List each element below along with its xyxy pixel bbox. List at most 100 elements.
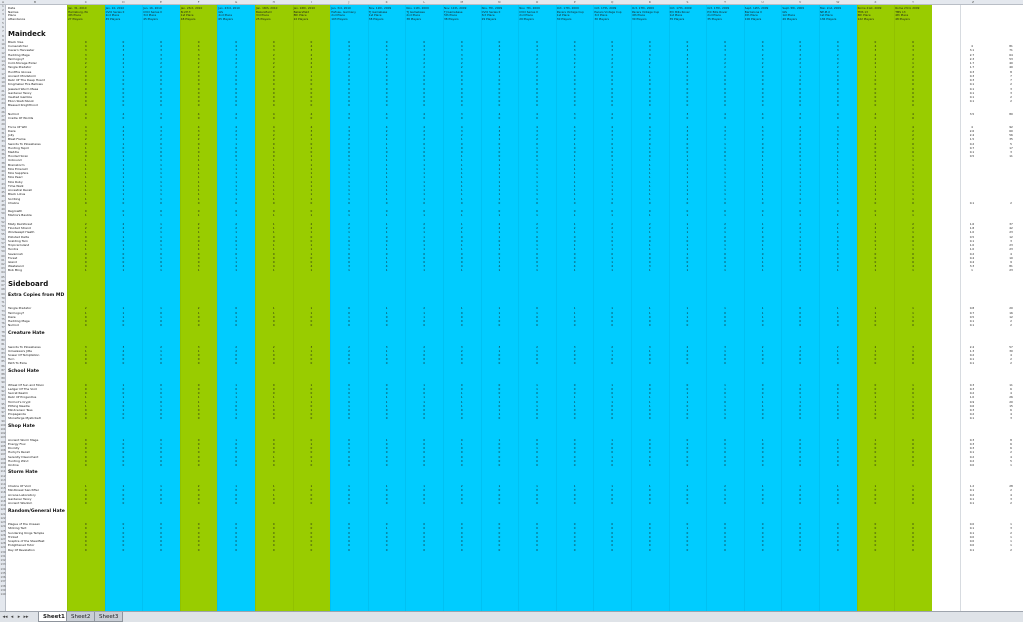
count-cell[interactable]: 1 [443,213,481,217]
section-extra[interactable]: Extra Copies from MD [8,293,64,299]
count-cell[interactable]: 0 [593,463,631,467]
count-cell[interactable]: 0 [894,463,932,467]
card-name[interactable]: Ray Of Revelation [8,548,35,552]
count-cell[interactable]: 1 [706,213,744,217]
section-storm[interactable]: Storm Hate [8,470,38,476]
count-cell[interactable]: 0 [368,463,406,467]
count-cell[interactable]: 0 [368,501,406,505]
count-cell[interactable]: 1 [180,268,218,272]
count-cell[interactable]: 0 [105,416,143,420]
count-cell[interactable]: 0 [330,416,368,420]
card-name[interactable]: Ancient Wisdom [8,501,32,505]
count-cell[interactable]: 0 [368,323,406,327]
count-cell[interactable]: 0 [518,116,556,120]
count-cell[interactable]: 0 [443,548,481,552]
total-cell[interactable]: 11 [1004,154,1018,158]
count-cell[interactable]: 0 [142,323,180,327]
count-cell[interactable]: 0 [142,416,180,420]
count-cell[interactable]: 0 [894,201,932,205]
event-attendance[interactable]: 38 Players [406,17,421,21]
count-cell[interactable]: 0 [405,116,443,120]
count-cell[interactable]: 0 [180,103,218,107]
count-cell[interactable]: 0 [819,463,857,467]
count-cell[interactable]: 1 [481,213,519,217]
count-cell[interactable]: 0 [330,201,368,205]
count-cell[interactable]: 0 [67,548,105,552]
count-cell[interactable]: 0 [706,116,744,120]
count-cell[interactable]: 0 [142,103,180,107]
count-cell[interactable]: 0 [255,501,293,505]
count-cell[interactable]: 0 [217,416,255,420]
count-cell[interactable]: 0 [819,201,857,205]
count-cell[interactable]: 0 [405,501,443,505]
total-cell[interactable]: 2 [1004,501,1018,505]
total-cell[interactable]: 2 [1004,201,1018,205]
count-cell[interactable]: 1 [105,268,143,272]
section-maindeck[interactable]: Maindeck [8,30,46,38]
section-sideboard[interactable]: Sideboard [8,280,48,288]
count-cell[interactable]: 0 [556,416,594,420]
count-cell[interactable]: 0 [67,103,105,107]
count-cell[interactable]: 0 [706,548,744,552]
count-cell[interactable]: 0 [293,501,331,505]
count-cell[interactable]: 0 [857,116,895,120]
count-cell[interactable]: 0 [330,361,368,365]
count-cell[interactable]: 0 [105,361,143,365]
count-cell[interactable]: 0 [330,103,368,107]
total-cell[interactable]: 2 [1004,323,1018,327]
count-cell[interactable]: 0 [518,323,556,327]
count-cell[interactable]: 0 [481,323,519,327]
count-cell[interactable]: 1 [330,268,368,272]
card-name[interactable]: Bob Ming [8,268,22,272]
total-cell[interactable]: 3 [1004,416,1018,420]
event-attendance[interactable]: 38 Players [444,17,459,21]
count-cell[interactable]: 1 [293,268,331,272]
average-cell[interactable]: 0.1 [962,416,982,420]
count-cell[interactable]: 0 [706,323,744,327]
count-cell[interactable]: 1 [819,213,857,217]
count-cell[interactable]: 0 [857,416,895,420]
count-cell[interactable]: 0 [443,463,481,467]
count-cell[interactable]: 1 [857,213,895,217]
event-attendance[interactable]: 122 Players [858,17,874,21]
event-attendance[interactable]: 30 Players [632,17,647,21]
count-cell[interactable]: 0 [819,416,857,420]
event-attendance[interactable]: 48 Players [895,17,910,21]
count-cell[interactable]: 0 [556,116,594,120]
column-header-b[interactable]: B [29,0,41,5]
count-cell[interactable]: 0 [669,501,707,505]
count-cell[interactable]: 0 [293,103,331,107]
count-cell[interactable]: 0 [744,548,782,552]
count-cell[interactable]: 0 [857,323,895,327]
count-cell[interactable]: 0 [405,548,443,552]
card-name[interactable]: Ondine [8,463,19,467]
average-cell[interactable]: 0.5 [962,154,982,158]
count-cell[interactable]: 0 [255,463,293,467]
count-cell[interactable]: 0 [894,416,932,420]
total-cell[interactable]: 80 [1004,112,1018,116]
count-cell[interactable]: 0 [819,116,857,120]
spreadsheet-grid[interactable]: ABCDEFGHIJKLMNOPQRSTUVWXYZ 1 2 3 4 5 6 7 8 9 10 11… [0,0,1023,611]
count-cell[interactable]: 0 [556,548,594,552]
count-cell[interactable]: 0 [180,361,218,365]
count-cell[interactable]: 0 [293,416,331,420]
count-cell[interactable]: 1 [142,213,180,217]
next-sheet-button[interactable]: ▸ [16,614,22,621]
average-cell[interactable]: 1 [962,268,982,272]
count-cell[interactable]: 0 [330,501,368,505]
count-cell[interactable]: 0 [744,416,782,420]
card-name[interactable]: Nullrod [8,323,19,327]
count-cell[interactable]: 0 [518,548,556,552]
count-cell[interactable]: 0 [631,323,669,327]
count-cell[interactable]: 0 [744,323,782,327]
count-cell[interactable]: 1 [631,268,669,272]
count-cell[interactable]: 0 [67,501,105,505]
count-cell[interactable]: 0 [894,361,932,365]
count-cell[interactable]: 0 [744,501,782,505]
count-cell[interactable]: 1 [518,213,556,217]
count-cell[interactable]: 0 [593,323,631,327]
count-cell[interactable]: 0 [330,548,368,552]
event-attendance[interactable]: 65 Players [218,17,233,21]
count-cell[interactable]: 0 [142,463,180,467]
average-cell[interactable]: 0.1 [962,201,982,205]
